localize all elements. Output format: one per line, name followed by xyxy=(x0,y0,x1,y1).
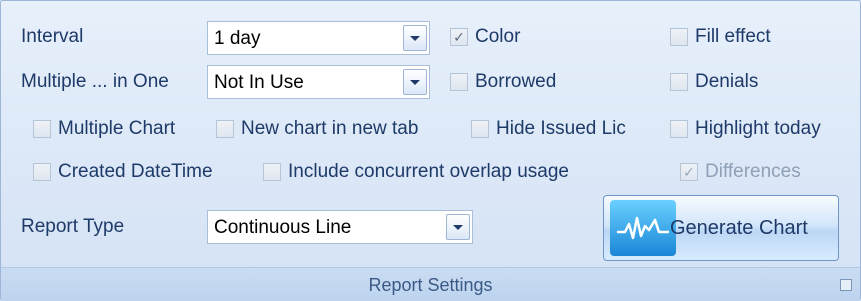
checkbox-unchecked-icon xyxy=(450,73,468,91)
generate-chart-button[interactable]: Generate Chart xyxy=(603,195,839,261)
report-type-dropdown-button[interactable] xyxy=(446,214,470,240)
hide-issued-lic-checkbox[interactable]: Hide Issued Lic xyxy=(471,118,626,140)
checkbox-unchecked-icon xyxy=(263,163,281,181)
checkbox-unchecked-icon xyxy=(670,120,688,138)
borrowed-checkbox[interactable]: Borrowed xyxy=(450,71,556,93)
interval-combobox[interactable]: 1 day xyxy=(207,21,430,55)
differences-checkbox-label: Differences xyxy=(705,161,801,182)
line-chart-icon xyxy=(610,200,676,256)
checkbox-unchecked-icon xyxy=(33,163,51,181)
dialog-launcher-icon[interactable] xyxy=(840,279,852,291)
interval-dropdown-button[interactable] xyxy=(403,25,427,51)
multiple-in-one-dropdown-button[interactable] xyxy=(403,69,427,95)
denials-checkbox-label: Denials xyxy=(695,71,759,92)
interval-label: Interval xyxy=(21,26,84,47)
new-chart-new-tab-checkbox-label: New chart in new tab xyxy=(241,118,419,139)
multiple-chart-checkbox-label: Multiple Chart xyxy=(58,118,176,139)
hide-issued-lic-checkbox-label: Hide Issued Lic xyxy=(496,118,626,139)
created-datetime-checkbox[interactable]: Created DateTime xyxy=(33,161,213,183)
borrowed-checkbox-label: Borrowed xyxy=(475,71,557,92)
denials-checkbox[interactable]: Denials xyxy=(670,71,758,93)
report-type-value: Continuous Line xyxy=(214,217,352,238)
checkbox-checked-icon: ✓ xyxy=(680,163,698,181)
chevron-down-icon xyxy=(453,224,463,230)
highlight-today-checkbox[interactable]: Highlight today xyxy=(670,118,821,140)
color-checkbox[interactable]: ✓ Color xyxy=(450,26,520,48)
multiple-in-one-combobox[interactable]: Not In Use xyxy=(207,65,430,99)
multiple-chart-checkbox[interactable]: Multiple Chart xyxy=(33,118,175,140)
chevron-down-icon xyxy=(410,35,420,41)
report-type-combobox[interactable]: Continuous Line xyxy=(207,210,473,244)
checkbox-checked-icon: ✓ xyxy=(450,28,468,46)
highlight-today-checkbox-label: Highlight today xyxy=(695,118,821,139)
checkbox-unchecked-icon xyxy=(216,120,234,138)
created-datetime-checkbox-label: Created DateTime xyxy=(58,161,213,182)
checkbox-unchecked-icon xyxy=(670,73,688,91)
color-checkbox-label: Color xyxy=(475,26,521,47)
multiple-in-one-value: Not In Use xyxy=(214,72,304,93)
report-settings-panel: Interval 1 day ✓ Color Fill effect Multi… xyxy=(0,0,861,301)
generate-chart-label: Generate Chart xyxy=(670,216,808,239)
interval-value: 1 day xyxy=(214,28,261,49)
checkbox-unchecked-icon xyxy=(33,120,51,138)
fill-effect-checkbox-label: Fill effect xyxy=(695,26,771,47)
checkbox-unchecked-icon xyxy=(670,28,688,46)
group-title: Report Settings xyxy=(368,275,493,295)
multiple-in-one-label: Multiple ... in One xyxy=(21,71,169,92)
chevron-down-icon xyxy=(410,79,420,85)
group-footer: Report Settings xyxy=(1,267,860,301)
report-type-label: Report Type xyxy=(21,216,125,237)
include-concurrent-overlap-checkbox[interactable]: Include concurrent overlap usage xyxy=(263,161,569,183)
differences-checkbox: ✓ Differences xyxy=(680,161,801,183)
checkbox-unchecked-icon xyxy=(471,120,489,138)
include-concurrent-overlap-checkbox-label: Include concurrent overlap usage xyxy=(288,161,569,182)
new-chart-new-tab-checkbox[interactable]: New chart in new tab xyxy=(216,118,418,140)
fill-effect-checkbox[interactable]: Fill effect xyxy=(670,26,771,48)
